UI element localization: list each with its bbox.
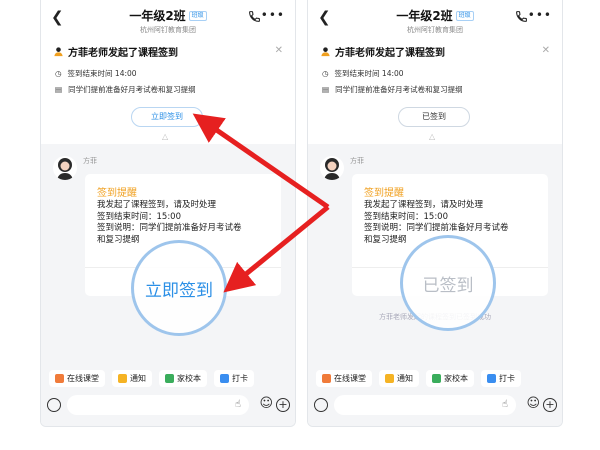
- arrow-to-signin-button: [192, 113, 330, 210]
- annotation-arrows: [192, 113, 330, 293]
- arrow-to-zoomed-button: [223, 205, 330, 293]
